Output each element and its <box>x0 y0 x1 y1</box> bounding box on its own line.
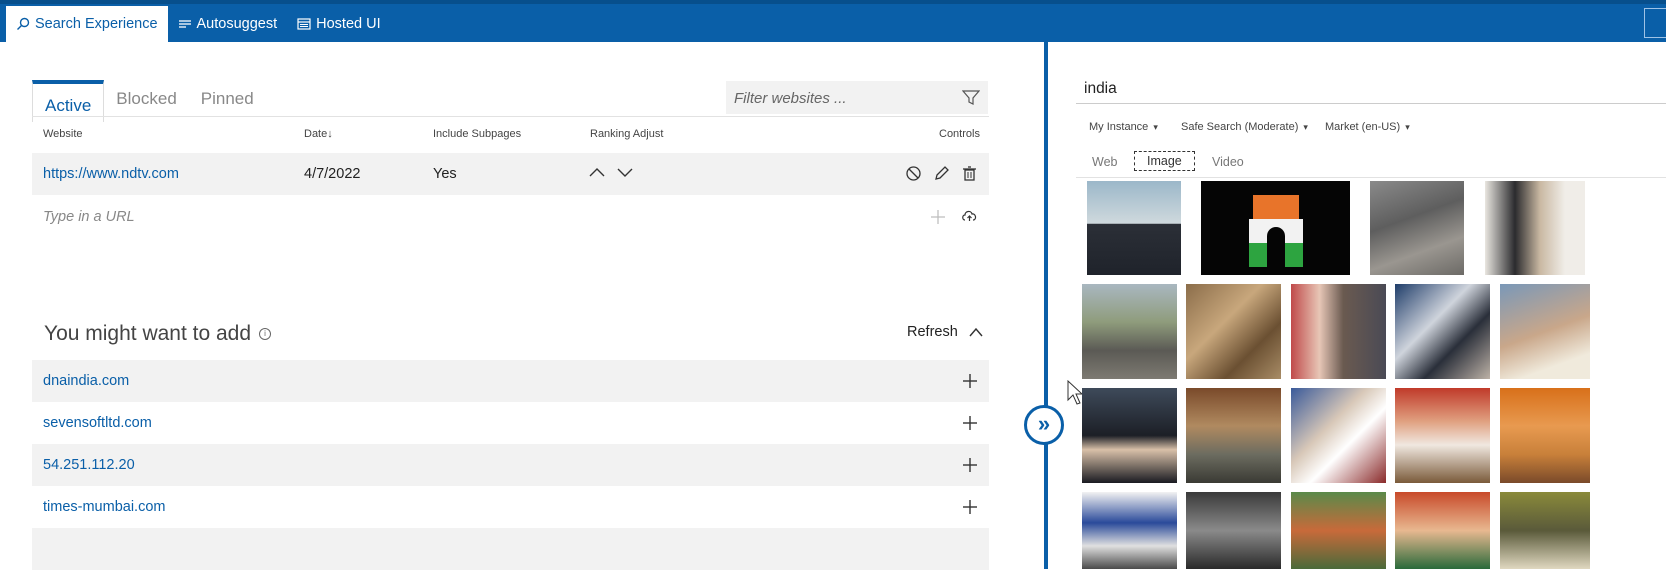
add-plus-icon[interactable] <box>962 415 978 431</box>
add-plus-icon[interactable] <box>962 457 978 473</box>
gate-arch <box>1267 227 1285 267</box>
safe-search-dropdown[interactable]: Safe Search (Moderate) <box>1181 121 1308 133</box>
add-url-row: Type in a URL <box>32 196 989 238</box>
image-result[interactable] <box>1485 181 1585 275</box>
rank-down-icon[interactable] <box>616 165 634 179</box>
market-dropdown[interactable]: Market (en-US) <box>1325 121 1410 133</box>
tab-label: Autosuggest <box>196 16 278 32</box>
table-row: https://www.ndtv.com 4/7/2022 Yes <box>32 153 989 195</box>
image-result[interactable] <box>1395 388 1490 483</box>
top-stripe <box>0 0 1666 4</box>
suggestion-link[interactable]: times-mumbai.com <box>43 499 165 515</box>
col-date[interactable]: Date↓ <box>304 128 333 140</box>
suggestions-title-text: You might want to add <box>44 322 252 345</box>
tab-image[interactable]: Image <box>1134 151 1195 171</box>
list-item: dnaindia.com <box>32 360 989 402</box>
upload-cloud-icon[interactable] <box>961 209 978 223</box>
gate-top <box>1253 195 1299 219</box>
col-include-subpages[interactable]: Include Subpages <box>433 128 521 140</box>
tab-label: Search Experience <box>35 16 158 32</box>
image-result[interactable] <box>1370 181 1464 275</box>
result-tabs-divider <box>1076 177 1666 178</box>
filter-icon[interactable] <box>962 90 980 106</box>
panel-splitter[interactable] <box>1044 42 1048 569</box>
info-icon[interactable]: i <box>259 328 272 341</box>
suggestions-title: You might want to add i <box>44 322 272 346</box>
image-result[interactable] <box>1087 181 1181 275</box>
add-plus-icon[interactable] <box>930 209 946 225</box>
row-date: 4/7/2022 <box>304 166 361 182</box>
mouse-cursor-icon <box>1067 380 1083 405</box>
image-result[interactable] <box>1082 388 1177 483</box>
tab-blocked[interactable]: Blocked <box>104 80 188 117</box>
image-result[interactable] <box>1395 492 1490 569</box>
tab-hosted-ui[interactable]: Hosted UI <box>287 6 390 42</box>
collapse-panel-button[interactable]: » <box>1024 405 1064 445</box>
tab-autosuggest[interactable]: Autosuggest <box>168 6 288 42</box>
rank-up-icon[interactable] <box>588 165 606 179</box>
window-icon <box>297 18 311 30</box>
image-result[interactable] <box>1395 284 1490 379</box>
list-item: times-mumbai.com <box>32 486 989 528</box>
account-button[interactable] <box>1644 8 1666 38</box>
tab-web[interactable]: Web <box>1092 155 1117 169</box>
image-result[interactable] <box>1201 181 1350 275</box>
image-result[interactable] <box>1291 284 1386 379</box>
instance-dropdown[interactable]: My Instance <box>1089 121 1158 133</box>
image-result[interactable] <box>1291 388 1386 483</box>
tab-video[interactable]: Video <box>1212 155 1244 169</box>
top-bar: Search Experience Autosuggest Hosted UI <box>0 0 1666 42</box>
col-controls: Controls <box>939 128 980 140</box>
image-result[interactable] <box>1186 388 1281 483</box>
image-result[interactable] <box>1082 492 1177 569</box>
refresh-button[interactable]: Refresh <box>907 324 984 340</box>
image-result[interactable] <box>1186 492 1281 569</box>
site-status-tabs: Active Blocked Pinned <box>32 80 266 122</box>
list-icon <box>178 20 191 28</box>
url-input[interactable]: Type in a URL <box>43 209 135 225</box>
list-item <box>32 528 989 570</box>
top-nav: Search Experience Autosuggest Hosted UI <box>6 6 391 42</box>
add-plus-icon[interactable] <box>962 499 978 515</box>
row-include-subpages[interactable]: Yes <box>433 166 457 182</box>
search-icon <box>17 17 30 30</box>
image-result[interactable] <box>1186 284 1281 379</box>
tab-label: Hosted UI <box>316 16 381 32</box>
tab-pinned[interactable]: Pinned <box>189 80 266 117</box>
add-plus-icon[interactable] <box>962 373 978 389</box>
list-item: 54.251.112.20 <box>32 444 989 486</box>
col-ranking-adjust[interactable]: Ranking Adjust <box>590 128 663 140</box>
query-underline <box>1076 103 1666 104</box>
col-website[interactable]: Website <box>43 128 83 140</box>
filter-placeholder: Filter websites ... <box>734 90 847 107</box>
double-chevron-right-icon: » <box>1037 411 1051 436</box>
edit-pencil-icon[interactable] <box>933 165 950 182</box>
delete-trash-icon[interactable] <box>961 165 978 182</box>
image-result[interactable] <box>1500 388 1590 483</box>
refresh-label: Refresh <box>907 324 958 340</box>
tab-search-experience[interactable]: Search Experience <box>6 6 168 42</box>
chevron-up-icon <box>969 328 983 337</box>
preview-search-query[interactable]: india <box>1084 80 1117 98</box>
suggestion-link[interactable]: dnaindia.com <box>43 373 129 389</box>
tabs-divider <box>32 116 989 117</box>
image-result[interactable] <box>1291 492 1386 569</box>
list-item: sevensoftltd.com <box>32 402 989 444</box>
image-result[interactable] <box>1500 492 1590 569</box>
image-result[interactable] <box>1082 284 1177 379</box>
suggestion-link[interactable]: 54.251.112.20 <box>43 457 135 473</box>
row-website-link[interactable]: https://www.ndtv.com <box>43 166 179 182</box>
block-icon[interactable] <box>905 165 922 182</box>
image-result[interactable] <box>1500 284 1590 379</box>
filter-websites-input[interactable]: Filter websites ... <box>726 81 988 114</box>
suggestion-link[interactable]: sevensoftltd.com <box>43 415 152 431</box>
